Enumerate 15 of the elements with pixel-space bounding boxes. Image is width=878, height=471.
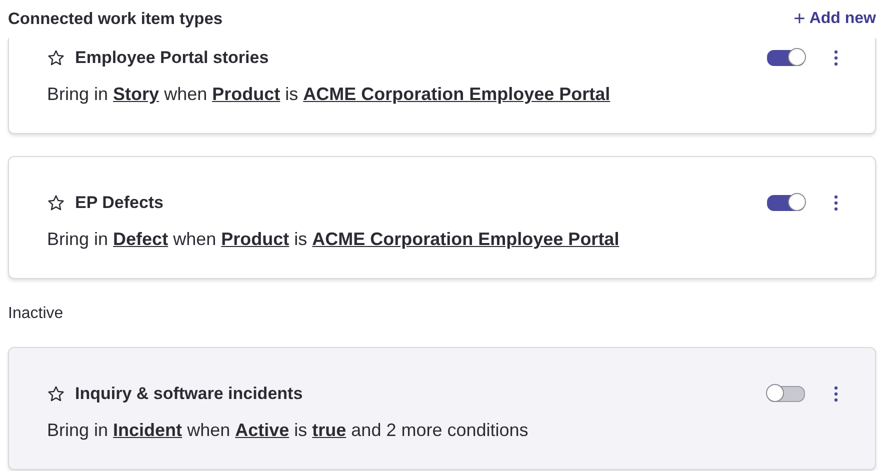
card-title: Employee Portal stories [75,48,269,68]
more-options-icon[interactable] [833,194,839,212]
card-title: Inquiry & software incidents [75,384,303,404]
section-heading: Inactive [8,305,64,323]
section-title: Connected work item types [8,10,224,28]
toggle-switch[interactable] [767,195,805,211]
rule-description: Bring in Incident when Active is true and 2 more conditions [47,420,530,441]
add-new-button[interactable]: + Add new [794,8,878,30]
rule-description: Bring in Story when Product is ACME Corporation Employee Portal [47,84,612,105]
more-options-icon[interactable] [833,49,839,67]
rule-description: Bring in Defect when Product is ACME Corporation Employee Portal [47,229,620,250]
toggle-switch[interactable] [767,50,805,66]
star-icon[interactable] [47,194,65,212]
card-title: EP Defects [75,193,164,213]
star-icon[interactable] [47,49,65,67]
